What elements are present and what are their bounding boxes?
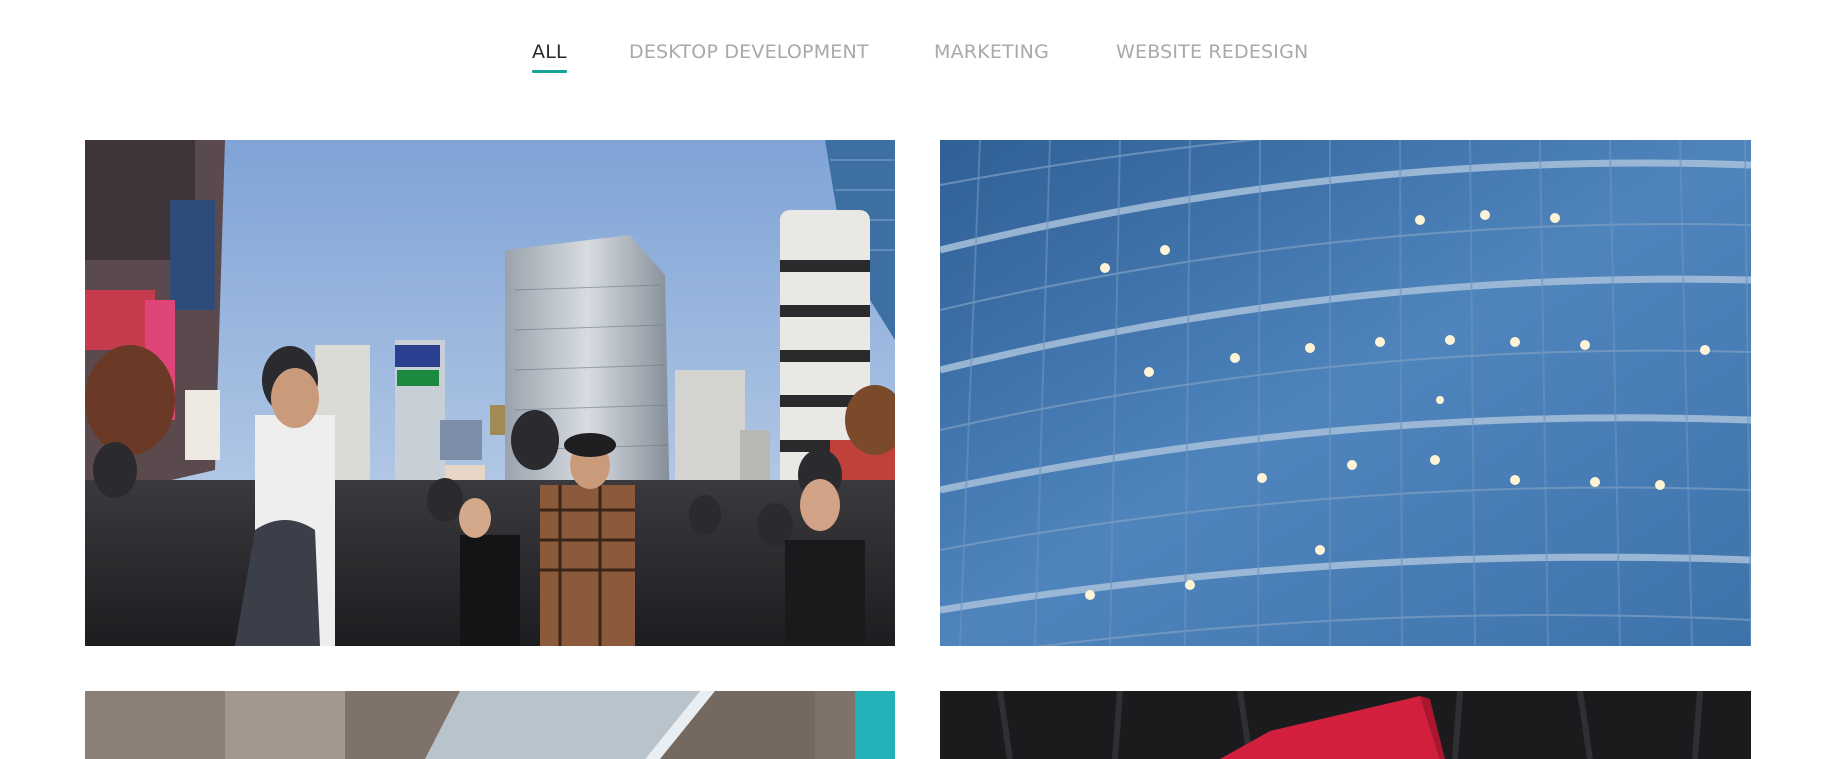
- portfolio-item-2[interactable]: [940, 140, 1751, 646]
- filter-tab-website-redesign[interactable]: WEBSITE REDESIGN: [1116, 40, 1308, 73]
- portfolio-filter-bar: ALL DESKTOP DEVELOPMENT MARKETING WEBSIT…: [0, 40, 1821, 84]
- glass-office-building-facade-photo: [940, 140, 1751, 646]
- filter-tab-desktop-development[interactable]: DESKTOP DEVELOPMENT: [629, 40, 869, 73]
- laptop-on-wooden-desk-photo: [85, 691, 895, 759]
- portfolio-page: ALL DESKTOP DEVELOPMENT MARKETING WEBSIT…: [0, 0, 1821, 759]
- portfolio-item-1[interactable]: [85, 140, 895, 646]
- city-crosswalk-crowd-photo: [85, 140, 895, 646]
- active-tab-underline: [532, 70, 567, 73]
- portfolio-item-4[interactable]: [940, 691, 1751, 759]
- portfolio-item-3[interactable]: [85, 691, 895, 759]
- filter-tab-marketing[interactable]: MARKETING: [934, 40, 1049, 73]
- filter-tab-label: ALL: [532, 41, 567, 63]
- filter-tab-label: MARKETING: [934, 41, 1050, 63]
- filter-tab-label: WEBSITE REDESIGN: [1116, 41, 1309, 63]
- filter-tab-all[interactable]: ALL: [532, 40, 567, 73]
- red-notebook-on-leather-photo: [940, 691, 1751, 759]
- filter-tab-label: DESKTOP DEVELOPMENT: [629, 41, 869, 63]
